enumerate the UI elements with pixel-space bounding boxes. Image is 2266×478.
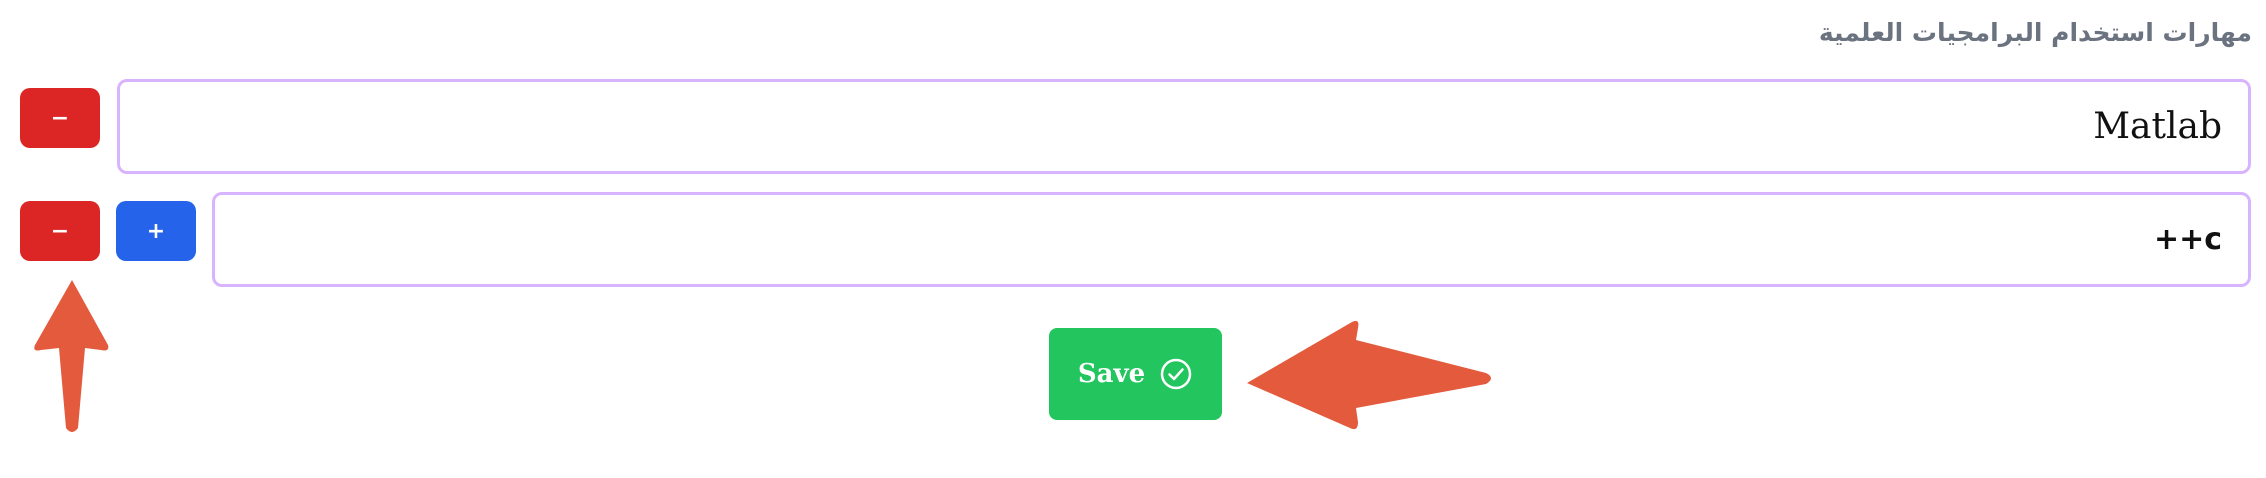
annotation-arrows bbox=[34, 280, 1491, 432]
annotation-arrow-up bbox=[34, 280, 109, 432]
annotation-arrow-left bbox=[1247, 320, 1491, 430]
